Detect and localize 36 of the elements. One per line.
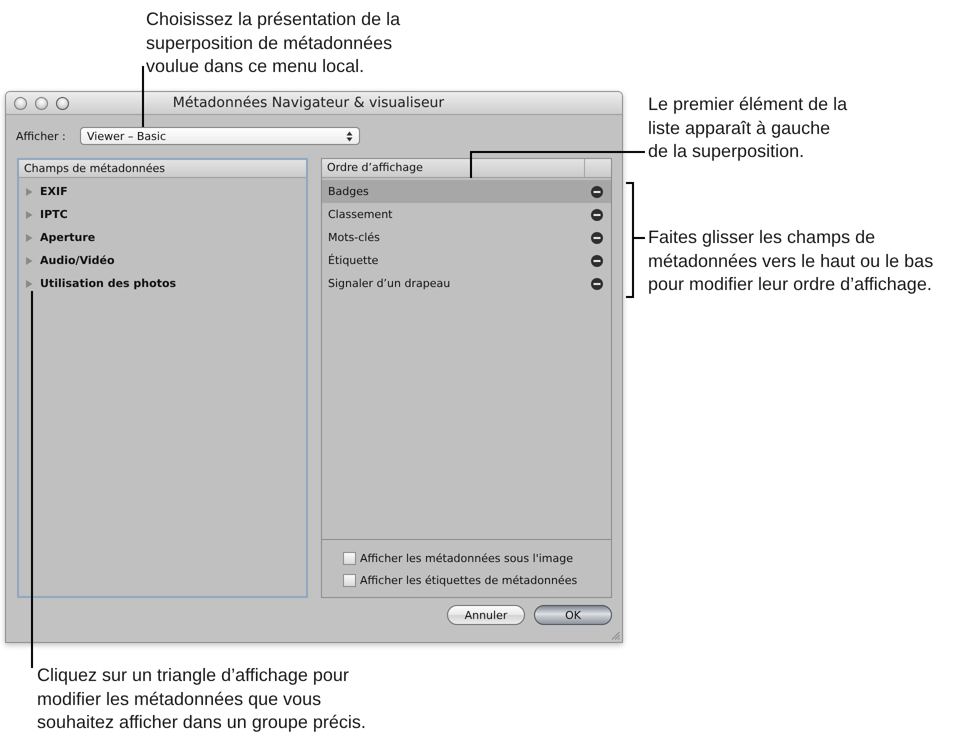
column-header: Ordre d’affichage [322,159,611,178]
callout-text: Faites glisser les champs de métadonnées vers le haut ou le bas pour modifier leur ordre d’affichage. [648,226,934,296]
field-group-row[interactable]: EXIF [19,180,306,203]
window-title: Métadonnées Navigateur & visualiseur [172,95,446,111]
order-row[interactable]: Étiquette [322,249,611,272]
show-popup[interactable]: Viewer – Basic [80,127,360,145]
minus-circle-icon[interactable] [591,278,603,290]
ok-button[interactable]: OK [534,605,612,625]
resize-grip-icon[interactable] [610,630,620,640]
checkbox[interactable] [343,552,356,564]
callout-text: Choisissez la présentation de la superposition de métadonnées voulue dans ce menu local. [146,8,400,78]
minus-circle-icon[interactable] [591,208,603,220]
order-row[interactable]: Mots-clés [322,226,611,249]
cancel-button[interactable]: Annuler [447,605,525,625]
field-group-row[interactable]: IPTC [19,203,306,226]
checkbox-label[interactable]: Afficher les métadonnées sous l'image [343,547,573,569]
leader-line [142,66,144,127]
order-row[interactable]: Signaler d’un drapeau [322,272,611,295]
updown-arrows-icon [346,130,353,142]
close-button[interactable] [14,96,27,110]
callout-text: Le premier élément de la liste apparaît à gauche de la superposition. [648,93,848,163]
order-row[interactable]: Badges [322,180,611,203]
minus-circle-icon[interactable] [591,186,603,198]
show-label: Afficher : [16,130,67,142]
minus-circle-icon[interactable] [591,232,603,244]
field-group-row[interactable]: Utilisation des photos [19,272,306,295]
callout-text: Cliquez sur un triangle d’affichage pour modifier les métadonnées que vous souhaitez afficher dans un groupe précis. [37,664,366,734]
field-group-row[interactable]: Audio/Vidéo [19,249,306,272]
minimize-button[interactable] [35,96,48,110]
minus-circle-icon[interactable] [591,254,603,266]
zoom-button[interactable] [56,96,69,110]
checkbox-label[interactable]: Afficher les étiquettes de métadonnées [343,569,578,591]
field-group-row[interactable]: Aperture [19,226,306,249]
order-row[interactable]: Classement [322,203,611,226]
checkbox[interactable] [343,574,356,586]
column-header: Champs de métadonnées [19,160,306,178]
